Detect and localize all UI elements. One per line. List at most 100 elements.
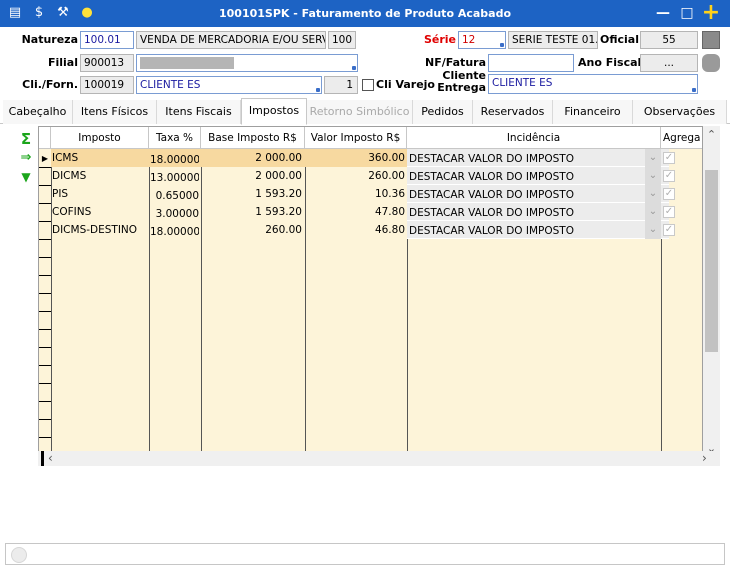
export-icon[interactable]: ⇒ — [17, 150, 35, 168]
tab-reservados[interactable]: Reservados — [473, 100, 553, 124]
cliente-entrega-field[interactable]: CLIENTE ES — [488, 74, 698, 94]
arrow-down-icon[interactable]: ▼ — [17, 170, 35, 188]
tab-observacoes[interactable]: Observações — [633, 100, 727, 124]
table-row-taxa[interactable]: 18.00000 — [150, 223, 199, 241]
col-base-imposto[interactable]: Base Imposto R$ — [201, 127, 305, 149]
table-row-taxa[interactable]: 3.00000 — [150, 205, 199, 223]
table-row-taxa[interactable]: 0.65000 — [150, 187, 199, 205]
lightbulb-icon[interactable]: ● — [78, 4, 96, 22]
tab-retorno-simbolico[interactable]: Retorno Simbólico — [307, 100, 413, 124]
agrega-checkbox[interactable]: ✓ — [663, 152, 675, 164]
table-row-valor[interactable]: 260.00 — [306, 167, 405, 185]
scroll-up-icon[interactable]: ⌃ — [705, 128, 718, 142]
cli-forn-code-field: 100019 — [80, 76, 134, 94]
status-indicator-icon — [11, 547, 27, 563]
table-row-imposto[interactable]: DICMS-DESTINO — [52, 221, 148, 239]
vertical-scroll-thumb[interactable] — [705, 170, 718, 352]
col-valor-imposto[interactable]: Valor Imposto R$ — [305, 127, 407, 149]
table-row-valor[interactable]: 46.80 — [306, 221, 405, 239]
natureza-num-field: 100 — [328, 31, 356, 49]
table-row-imposto[interactable]: DICMS — [52, 167, 148, 185]
cliente-entrega-label: Cliente Entrega — [437, 69, 486, 94]
filial-name-field[interactable] — [136, 54, 358, 72]
table-row-imposto[interactable]: ICMS — [52, 149, 148, 167]
oficial-field: 55 — [640, 31, 698, 49]
natureza-code-field[interactable]: 100.01 — [80, 31, 134, 49]
table-row-base[interactable]: 260.00 — [202, 221, 302, 239]
col-agrega[interactable]: Agrega — [661, 127, 702, 149]
chevron-down-icon[interactable]: ⌄ — [645, 149, 661, 167]
minimize-button[interactable]: — — [653, 3, 673, 23]
horizontal-scrollbar[interactable]: ‹ › — [38, 451, 720, 466]
tab-itens-fiscais[interactable]: Itens Fiscais — [157, 100, 241, 124]
ano-fiscal-label: Ano Fiscal — [578, 56, 642, 69]
chevron-down-icon[interactable]: ⌄ — [645, 203, 661, 221]
vertical-scrollbar[interactable]: ⌃ ⌄ — [703, 126, 720, 455]
menu-icon[interactable]: ▤ — [6, 4, 24, 22]
current-row-indicator: ▶ — [41, 154, 49, 163]
tab-pedidos[interactable]: Pedidos — [413, 100, 473, 124]
chevron-down-icon[interactable]: ⌄ — [645, 221, 661, 239]
wrench-icon[interactable]: ⚒ — [54, 4, 72, 22]
window-title: 100101SPK - Faturamento de Produto Acaba… — [218, 7, 512, 20]
cli-forn-name-field[interactable]: CLIENTE ES — [136, 76, 322, 94]
serie-desc-field: SERIE TESTE 01.1 — [508, 31, 598, 49]
table-row-incidencia[interactable]: DESTACAR VALOR DO IMPOSTO — [409, 168, 643, 186]
maximize-button[interactable]: □ — [677, 3, 697, 23]
horizontal-scroll-thumb[interactable] — [41, 451, 44, 466]
table-row-incidencia[interactable]: DESTACAR VALOR DO IMPOSTO — [409, 204, 643, 222]
scroll-left-icon[interactable]: ‹ — [48, 451, 60, 466]
table-row-incidencia[interactable]: DESTACAR VALOR DO IMPOSTO — [409, 222, 643, 240]
ano-fiscal-button[interactable] — [702, 54, 720, 72]
dollar-icon[interactable]: $ — [30, 4, 48, 22]
taxes-grid[interactable]: Imposto Taxa % Base Imposto R$ Valor Imp… — [38, 126, 703, 466]
tab-itens-fisicos[interactable]: Itens Físicos — [73, 100, 157, 124]
table-row-taxa[interactable]: 13.00000 — [150, 169, 199, 187]
table-row-base[interactable]: 2 000.00 — [202, 149, 302, 167]
table-row-incidencia[interactable]: DESTACAR VALOR DO IMPOSTO — [409, 150, 643, 168]
agrega-checkbox[interactable]: ✓ — [663, 170, 675, 182]
table-row-base[interactable]: 2 000.00 — [202, 167, 302, 185]
agrega-checkbox[interactable]: ✓ — [663, 188, 675, 200]
nf-fatura-field[interactable] — [488, 54, 574, 72]
table-row-valor[interactable]: 47.80 — [306, 203, 405, 221]
natureza-label: Natureza — [21, 33, 78, 46]
chevron-down-icon[interactable]: ⌄ — [645, 167, 661, 185]
ano-fiscal-field[interactable]: ... — [640, 54, 698, 72]
serie-label: Série — [423, 33, 456, 46]
oficial-label: Oficial — [600, 33, 639, 46]
table-row-base[interactable]: 1 593.20 — [202, 185, 302, 203]
cli-seq-field: 1 — [324, 76, 358, 94]
add-button[interactable]: + — [701, 2, 721, 24]
row-indicator-header — [39, 127, 51, 149]
table-row-taxa[interactable]: 18.00000 — [150, 151, 199, 169]
table-row-valor[interactable]: 10.36 — [306, 185, 405, 203]
filial-code-field: 900013 — [80, 54, 134, 72]
col-imposto[interactable]: Imposto — [51, 127, 149, 149]
cli-varejo-label: Cli Varejo — [376, 78, 435, 91]
oficial-button[interactable] — [702, 31, 720, 49]
table-row-imposto[interactable]: COFINS — [52, 203, 148, 221]
table-row-incidencia[interactable]: DESTACAR VALOR DO IMPOSTO — [409, 186, 643, 204]
scroll-right-icon[interactable]: › — [702, 451, 714, 466]
tab-financeiro[interactable]: Financeiro — [553, 100, 633, 124]
sigma-icon[interactable]: Σ — [17, 130, 35, 148]
cli-varejo-checkbox[interactable] — [362, 79, 374, 91]
natureza-desc-field: VENDA DE MERCADORIA E/OU SERVI — [136, 31, 326, 49]
agrega-checkbox[interactable]: ✓ — [663, 206, 675, 218]
filial-name-redacted — [140, 57, 234, 69]
table-row-valor[interactable]: 360.00 — [306, 149, 405, 167]
title-bar: 100101SPK - Faturamento de Produto Acaba… — [0, 0, 730, 27]
status-bar — [5, 543, 725, 565]
tab-impostos[interactable]: Impostos — [241, 98, 307, 125]
chevron-down-icon[interactable]: ⌄ — [645, 185, 661, 203]
tab-cabecalho[interactable]: Cabeçalho — [3, 100, 73, 124]
filial-label: Filial — [47, 56, 78, 69]
table-row-imposto[interactable]: PIS — [52, 185, 148, 203]
table-row-base[interactable]: 1 593.20 — [202, 203, 302, 221]
serie-field[interactable]: 12 — [458, 31, 506, 49]
col-incidencia[interactable]: Incidência — [407, 127, 661, 149]
col-taxa[interactable]: Taxa % — [149, 127, 201, 149]
nf-fatura-label: NF/Fatura — [425, 56, 486, 69]
agrega-checkbox[interactable]: ✓ — [663, 224, 675, 236]
